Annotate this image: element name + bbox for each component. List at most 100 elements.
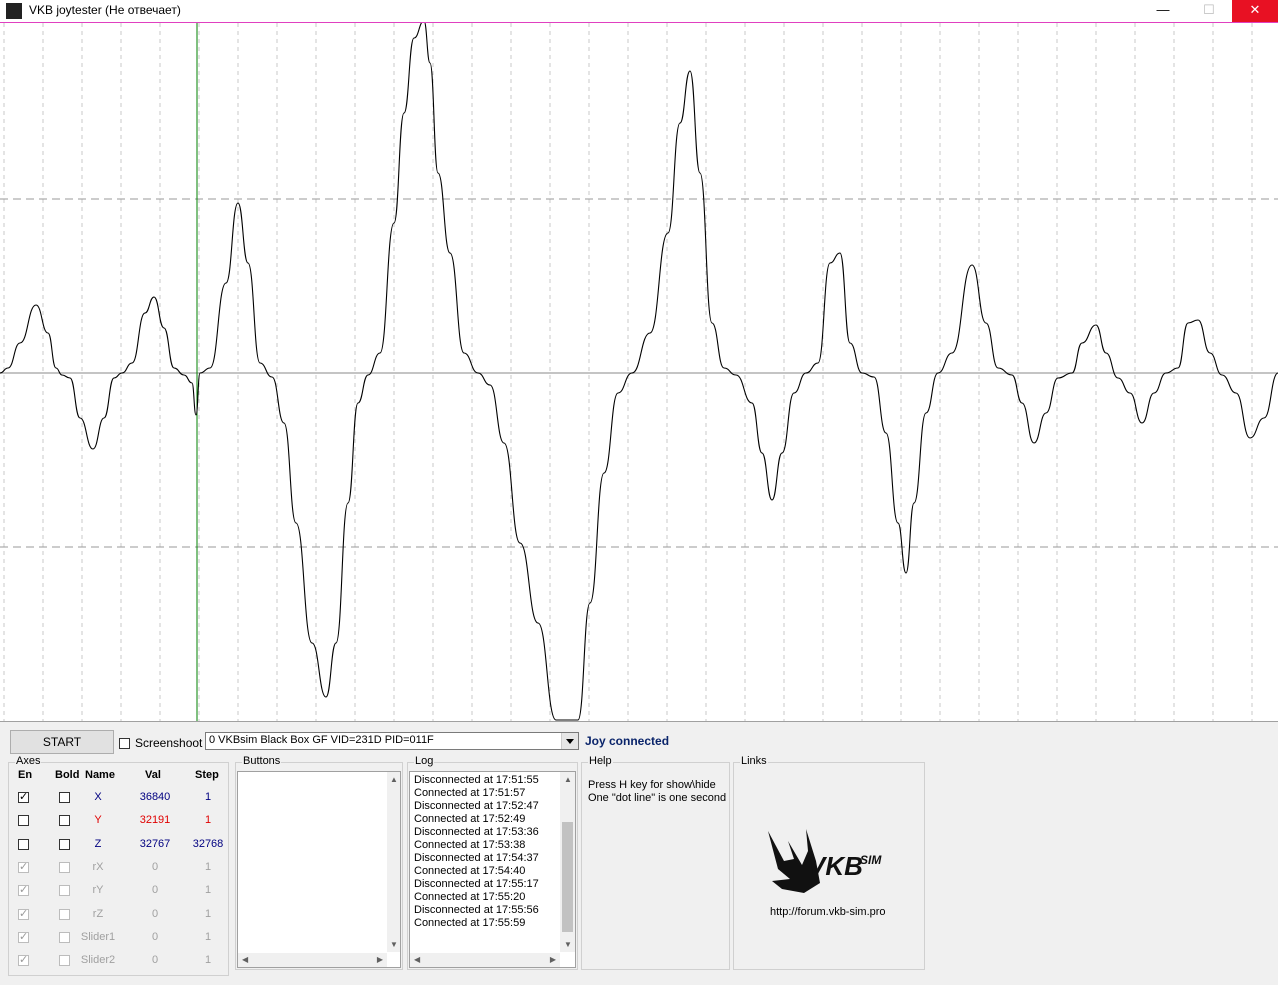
minimize-button[interactable]: — (1140, 0, 1186, 22)
axis-step: 1 (204, 930, 212, 943)
axes-header-val: Val (145, 769, 161, 781)
title-bar: VKB joytester (Не отвечает) — ☐ ✕ (0, 0, 1278, 22)
axis-val: 0 (151, 884, 159, 897)
window-title: VKB joytester (Не отвечает) (29, 3, 181, 17)
axis-val: 0 (151, 860, 159, 873)
axis-bold-checkbox[interactable] (59, 955, 70, 967)
screenshot-label: Screenshoot (135, 736, 203, 750)
axis-step: 32768 (192, 837, 224, 850)
log-entry: Disconnected at 17:55:17 (414, 878, 539, 890)
scroll-down-icon[interactable]: ▼ (564, 940, 572, 949)
axis-step: 1 (204, 907, 212, 920)
help-group: Help Press H key for show\hide One "dot … (581, 755, 730, 970)
scroll-left-icon[interactable]: ◀ (414, 955, 420, 964)
log-entry: Connected at 17:55:59 (414, 917, 526, 929)
axes-header-step: Step (195, 769, 219, 781)
axis-enable-checkbox[interactable]: ✓ (18, 908, 29, 920)
axis-enable-checkbox[interactable] (18, 838, 29, 850)
help-legend: Help (588, 755, 613, 767)
axis-bold-checkbox[interactable] (59, 838, 70, 850)
maximize-button[interactable]: ☐ (1186, 0, 1232, 22)
axis-name: Slider2 (80, 954, 116, 967)
vkb-logo[interactable]: VKB SIM (764, 821, 894, 901)
buttons-legend: Buttons (242, 755, 282, 767)
log-entry: Connected at 17:54:40 (414, 865, 526, 877)
buttons-list[interactable]: ▲ ▼ ◀ ▶ (237, 771, 401, 968)
log-entry: Connected at 17:55:20 (414, 891, 526, 903)
log-scroll-thumb[interactable] (562, 822, 573, 932)
axis-enable-checkbox[interactable]: ✓ (18, 885, 29, 897)
axis-enable-checkbox[interactable]: ✓ (18, 931, 29, 943)
axis-name: Z (94, 837, 102, 850)
axis-step: 1 (204, 860, 212, 873)
connection-status: Joy connected (585, 734, 670, 748)
log-hscroll[interactable]: ◀ ▶ (410, 953, 560, 967)
axis-step: 1 (204, 884, 212, 897)
axis-name: X (94, 791, 102, 803)
axis-val: 32191 (139, 814, 171, 827)
close-button[interactable]: ✕ (1232, 0, 1278, 22)
axis-enable-checkbox[interactable]: ✓ (18, 955, 29, 967)
logo-sup: SIM (860, 853, 882, 867)
log-entry: Connected at 17:52:49 (414, 813, 526, 825)
axis-val: 36840 (139, 791, 171, 803)
links-legend: Links (740, 755, 768, 767)
device-select-value: 0 VKBsim Black Box GF VID=231D PID=011F (209, 734, 434, 746)
log-vscroll[interactable]: ▲ ▼ (560, 772, 575, 952)
screenshot-checkbox[interactable] (119, 738, 130, 749)
log-list[interactable]: Disconnected at 17:51:55 Connected at 17:… (409, 771, 576, 968)
axes-header-en: En (18, 769, 33, 781)
scroll-right-icon[interactable]: ▶ (377, 955, 383, 964)
log-entry: Connected at 17:53:38 (414, 839, 526, 851)
log-entry: Disconnected at 17:54:37 (414, 852, 539, 864)
scroll-down-icon[interactable]: ▼ (390, 940, 398, 949)
scroll-up-icon[interactable]: ▲ (564, 775, 572, 784)
axis-bold-checkbox[interactable] (59, 792, 70, 803)
plot-canvas (0, 23, 1278, 721)
axis-bold-checkbox[interactable] (59, 861, 70, 873)
log-entry: Disconnected at 17:55:56 (414, 904, 539, 916)
axes-header-bold: Bold (55, 769, 80, 781)
axes-legend: Axes (15, 755, 42, 767)
logo-text: VKB (808, 851, 863, 881)
axis-val: 0 (151, 930, 159, 943)
scroll-left-icon[interactable]: ◀ (242, 955, 248, 964)
help-line-2: One "dot line" is one second (588, 792, 727, 804)
control-panel: START Screenshoot 0 VKBsim Black Box GF … (0, 721, 1278, 985)
start-button[interactable]: START (10, 730, 114, 754)
log-entry: Disconnected at 17:53:36 (414, 826, 539, 838)
scroll-up-icon[interactable]: ▲ (390, 775, 398, 784)
axes-header-name: Name (85, 769, 115, 781)
log-entry: Disconnected at 17:51:55 (414, 774, 539, 786)
axis-step: 1 (204, 814, 212, 827)
forum-link[interactable]: http://forum.vkb-sim.pro (770, 906, 886, 918)
app-icon (6, 3, 22, 19)
axis-name: Slider1 (80, 930, 116, 943)
device-select[interactable]: 0 VKBsim Black Box GF VID=231D PID=011F (205, 732, 579, 750)
log-legend: Log (414, 755, 435, 767)
log-entry: Disconnected at 17:52:47 (414, 800, 539, 812)
axis-enable-checkbox[interactable] (18, 815, 29, 827)
axis-step: 1 (204, 791, 212, 803)
buttons-vscroll[interactable]: ▲ ▼ (387, 772, 400, 952)
axis-enable-checkbox[interactable]: ✓ (18, 792, 29, 803)
chevron-down-icon[interactable] (561, 733, 578, 749)
second-gridlines (3, 23, 1253, 721)
axis-val: 0 (151, 907, 159, 920)
axis-bold-checkbox[interactable] (59, 885, 70, 897)
scroll-right-icon[interactable]: ▶ (550, 955, 556, 964)
axis-name: rZ (92, 907, 104, 920)
axis-step: 1 (204, 954, 212, 967)
axis-name: rY (92, 884, 104, 897)
axis-enable-checkbox[interactable]: ✓ (18, 861, 29, 873)
axis-val: 0 (151, 954, 159, 967)
axis-bold-checkbox[interactable] (59, 908, 70, 920)
axis-val: 32767 (139, 837, 171, 850)
axis-bold-checkbox[interactable] (59, 815, 70, 827)
axis-bold-checkbox[interactable] (59, 931, 70, 943)
help-line-1: Press H key for show\hide (588, 779, 716, 791)
axis-plot-area (0, 22, 1278, 721)
log-entry: Connected at 17:51:57 (414, 787, 526, 799)
axis-trace (0, 23, 1278, 721)
buttons-hscroll[interactable]: ◀ ▶ (238, 953, 387, 967)
